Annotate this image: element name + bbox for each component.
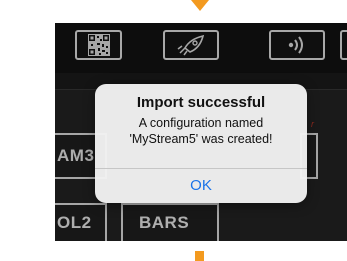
- alert-message-line: A configuration named: [138, 116, 264, 130]
- import-alert-dialog: Import successful A configuration named …: [95, 84, 307, 203]
- alert-message: A configuration named 'MyStream5' was cr…: [95, 115, 307, 147]
- ok-button[interactable]: OK: [95, 169, 307, 203]
- flow-arrow-top: [191, 0, 209, 11]
- alert-title: Import successful: [136, 94, 266, 111]
- alert-message-line: 'MyStream5' was created!: [129, 132, 273, 146]
- flow-arrow-bottom: [195, 251, 204, 261]
